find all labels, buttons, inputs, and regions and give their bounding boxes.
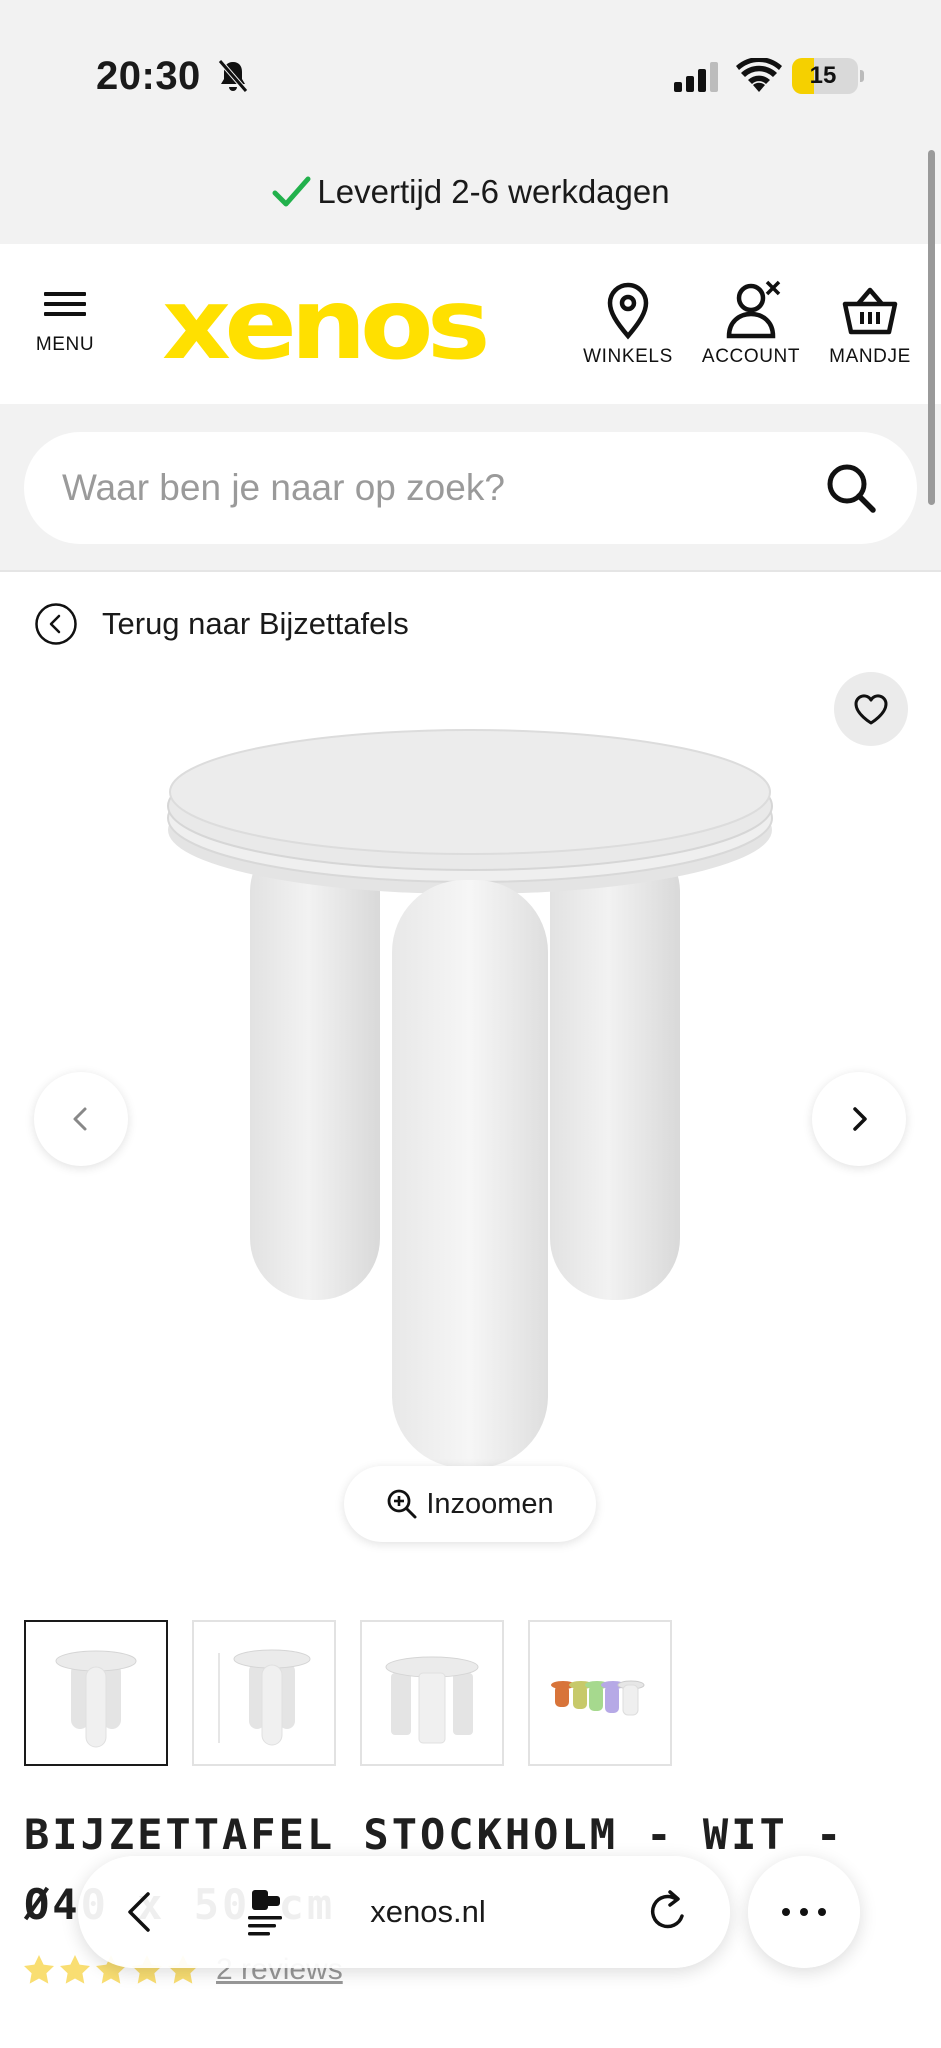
shopping-basket-icon <box>842 287 898 335</box>
menu-label: MENU <box>35 334 95 355</box>
checkmark-icon <box>272 176 311 207</box>
account-button[interactable]: ACCOUNT <box>696 280 806 380</box>
wishlist-button[interactable] <box>834 672 908 746</box>
status-time: 20:30 <box>96 54 201 98</box>
thumbnail-1[interactable] <box>24 1620 168 1766</box>
thumbnail-image <box>55 1650 137 1748</box>
search-icon[interactable] <box>825 462 877 514</box>
zoom-label: Inzoomen <box>426 1487 554 1520</box>
thumbnail-image <box>218 1649 311 1746</box>
previous-image-button[interactable] <box>34 1072 128 1166</box>
product-image[interactable] <box>130 700 810 1530</box>
reload-icon[interactable] <box>644 1886 694 1938</box>
circle-chevron-left-icon <box>35 603 77 645</box>
stores-label: WINKELS <box>583 346 673 367</box>
page-menu-icon[interactable] <box>238 1884 294 1940</box>
battery-icon: 15 <box>792 58 864 94</box>
status-bar: 20:30 15 <box>0 0 941 140</box>
battery-level: 15 <box>809 62 837 89</box>
next-image-button[interactable] <box>812 1072 906 1166</box>
url-display[interactable]: xenos.nl <box>328 1856 528 1968</box>
browser-more-button[interactable] <box>748 1856 860 1968</box>
delivery-time-text: Levertijd 2-6 werkdagen <box>317 173 670 210</box>
heart-icon <box>854 694 888 725</box>
wifi-icon <box>736 58 782 92</box>
delivery-banner: Levertijd 2-6 werkdagen <box>0 140 941 244</box>
more-dots-icon <box>782 1908 826 1916</box>
account-label: ACCOUNT <box>701 346 801 367</box>
scrollbar[interactable] <box>928 150 935 505</box>
search-area <box>0 404 941 572</box>
site-header: MENU xenos WINKELS ACCOUNT MANDJE <box>0 244 941 404</box>
bell-slash-icon <box>218 59 248 93</box>
thumbnail-2[interactable] <box>192 1620 336 1766</box>
thumbnail-image <box>551 1680 645 1716</box>
menu-button[interactable]: MENU <box>30 288 100 368</box>
zoom-button[interactable]: Inzoomen <box>344 1466 596 1542</box>
search-box <box>24 432 917 544</box>
star-icon <box>24 1955 54 1984</box>
stores-button[interactable]: WINKELS <box>578 280 678 380</box>
thumbnail-strip <box>24 1620 696 1766</box>
search-input[interactable] <box>62 432 822 544</box>
location-pin-icon <box>607 282 649 340</box>
browser-back-icon[interactable] <box>114 1884 170 1940</box>
thumbnail-image <box>385 1656 479 1744</box>
xenos-logo[interactable]: xenos <box>162 280 486 370</box>
star-icon <box>60 1955 90 1984</box>
chevron-right-icon <box>853 1107 867 1131</box>
browser-address-bar: xenos.nl <box>78 1856 730 1968</box>
basket-button[interactable]: MANDJE <box>822 280 918 380</box>
back-to-category-link[interactable]: Terug naar Bijzettafels <box>34 594 409 654</box>
zoom-in-icon <box>387 1489 417 1519</box>
thumbnail-3[interactable] <box>360 1620 504 1766</box>
cellular-signal-icon <box>674 62 718 92</box>
chevron-left-icon <box>73 1107 87 1131</box>
back-link-text: Terug naar Bijzettafels <box>102 606 409 641</box>
svg-text:xenos: xenos <box>162 280 486 370</box>
thumbnail-4[interactable] <box>528 1620 672 1766</box>
basket-label: MANDJE <box>829 346 911 367</box>
hamburger-icon <box>44 292 86 316</box>
user-icon <box>726 280 781 339</box>
